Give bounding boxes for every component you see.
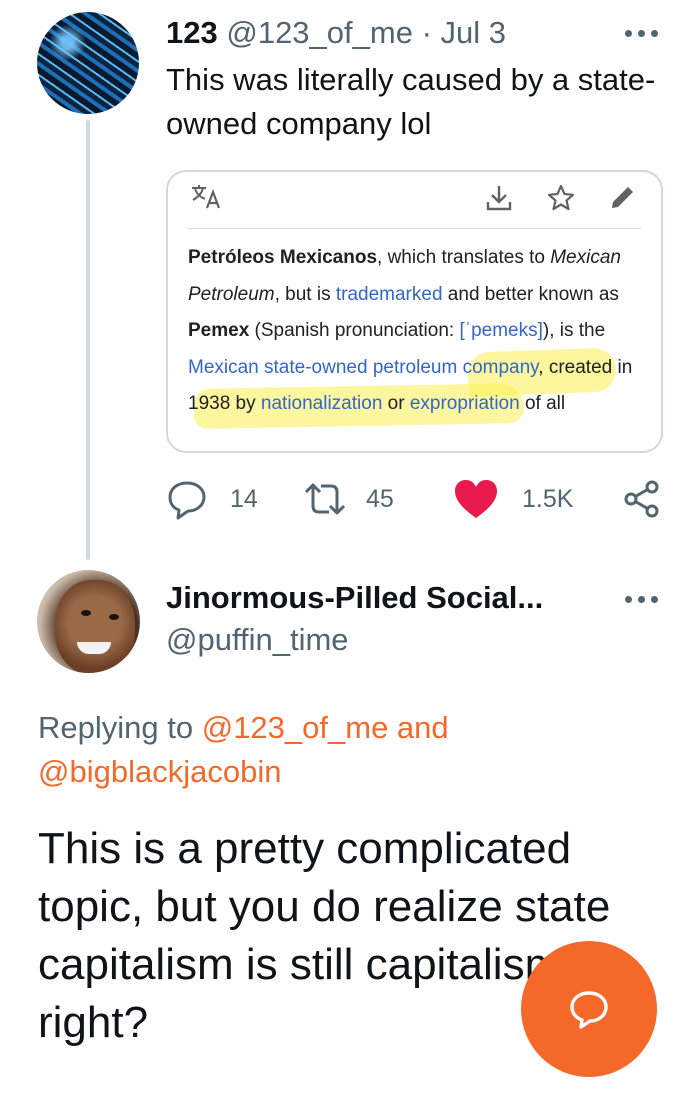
reply-button[interactable]: 14 — [166, 476, 258, 522]
avatar-eye — [109, 614, 119, 620]
mention-bigblackjacobin[interactable]: @bigblackjacobin — [38, 754, 281, 789]
like-count: 1.5K — [522, 484, 574, 513]
wikipedia-excerpt: Petróleos Mexicanos, which translates to… — [188, 240, 648, 423]
share-button[interactable] — [622, 476, 662, 522]
share-icon — [624, 480, 659, 518]
thread-line — [86, 120, 90, 560]
excerpt-link-trademarked: trademarked — [335, 283, 443, 305]
reply-icon — [168, 481, 206, 520]
tweet1-image-card[interactable]: Petróleos Mexicanos, which translates to… — [166, 170, 663, 453]
replying-prefix: Replying to — [38, 710, 202, 745]
retweet-button[interactable]: 45 — [302, 476, 394, 522]
tweet1-separator: · — [421, 15, 432, 50]
replying-to: Replying to @123_of_me and @bigblackjaco… — [38, 706, 658, 794]
tweet2-handle[interactable]: @puffin_time — [166, 620, 349, 660]
tweet1-display-name[interactable]: 123 — [166, 15, 218, 50]
excerpt-text: and better known as — [442, 283, 619, 305]
tweet1-actions: 14 45 1.5K — [166, 476, 666, 522]
excerpt-text: ), is the — [542, 320, 606, 341]
excerpt-link-nationalization: nationalization — [260, 393, 383, 414]
card-divider — [188, 228, 641, 229]
star-icon — [547, 184, 575, 211]
excerpt-text: , but is — [274, 283, 336, 305]
excerpt-text: , which translates to — [377, 247, 551, 268]
excerpt-text: (Spanish pronunciation: — [249, 320, 460, 341]
reply-bubble-icon — [570, 991, 608, 1029]
tweet1-date[interactable]: Jul 3 — [441, 15, 506, 50]
excerpt-bold-term: Petróleos Mexicanos — [188, 247, 378, 268]
excerpt-text: or — [382, 393, 410, 414]
retweet-count: 45 — [366, 484, 394, 513]
card-toolbar — [168, 172, 661, 228]
tweet1-header: 123 @123_of_me · Jul 3 — [166, 13, 506, 53]
heart-icon — [455, 480, 497, 518]
more-icon — [620, 18, 662, 48]
excerpt-link-pronunciation: [ˈpemeks] — [459, 320, 543, 341]
avatar-puffin-time[interactable] — [37, 570, 140, 673]
translate-icon — [192, 185, 221, 209]
avatar-123[interactable] — [37, 12, 139, 114]
mention-123-of-me[interactable]: @123_of_me — [202, 710, 389, 745]
retweet-icon — [304, 483, 346, 515]
more-icon — [620, 584, 662, 614]
tweet2-more-button[interactable] — [620, 584, 662, 614]
pencil-icon — [612, 187, 633, 208]
avatar-eye — [81, 610, 91, 616]
excerpt-link-expropriation: expropriation — [409, 393, 520, 414]
reply-count: 14 — [230, 484, 258, 513]
excerpt-text: of all — [519, 393, 566, 414]
tweet2-display-name[interactable]: Jinormous-Pilled Social... — [166, 578, 606, 618]
avatar-face — [55, 580, 135, 673]
tweet1-text: This was literally caused by a state-own… — [166, 62, 656, 141]
compose-reply-button[interactable] — [521, 941, 657, 1077]
excerpt-link-state-owned: Mexican state-owned petroleum company — [188, 356, 539, 378]
tweet1-handle[interactable]: @123_of_me — [226, 15, 413, 50]
tweet1-more-button[interactable] — [620, 18, 662, 48]
excerpt-bold-term: Pemex — [188, 320, 250, 341]
replying-and: and — [388, 710, 449, 745]
download-icon — [486, 186, 512, 211]
like-button[interactable]: 1.5K — [452, 476, 573, 522]
